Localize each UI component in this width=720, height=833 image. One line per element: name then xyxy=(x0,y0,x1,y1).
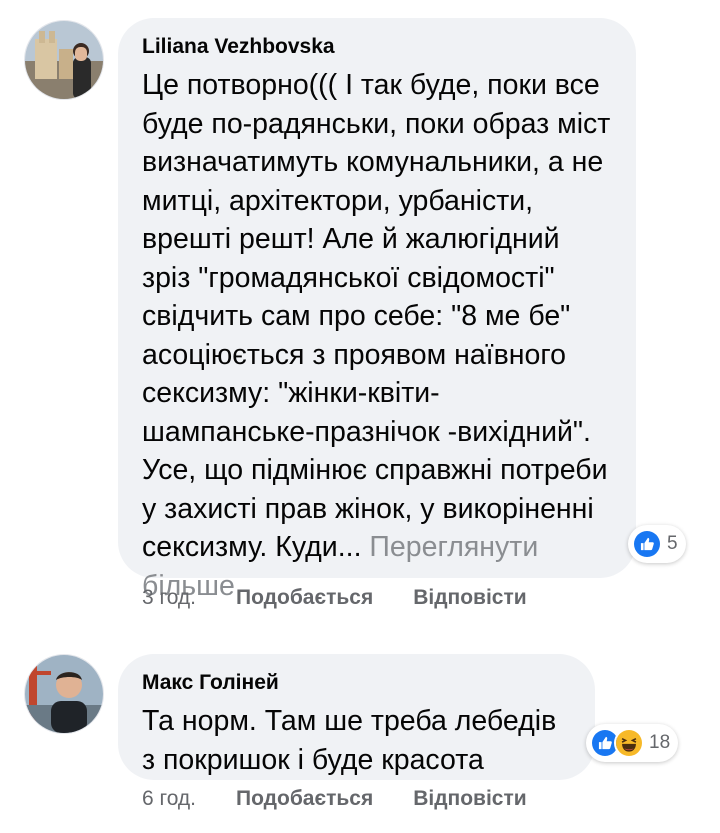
avatar[interactable] xyxy=(24,654,104,734)
like-reaction-icon xyxy=(632,529,662,559)
reply-button[interactable]: Відповісти xyxy=(413,786,526,812)
comment-timestamp[interactable]: 6 год. xyxy=(142,786,196,812)
comment-author[interactable]: Liliana Vezhbovska xyxy=(142,34,612,60)
avatar-photo xyxy=(25,655,103,733)
haha-reaction-icon xyxy=(614,728,644,758)
comment-body: Це потворно((( І так буде, поки все буде… xyxy=(142,69,611,563)
comment-author[interactable]: Макс Голіней xyxy=(142,670,571,696)
reaction-summary[interactable]: 18 xyxy=(586,724,679,762)
comment-actions: 6 год. Подобається Відповісти xyxy=(142,786,567,812)
comment-text: Та норм. Там ше треба лебедів з покришок… xyxy=(142,705,557,776)
reaction-summary[interactable]: 5 xyxy=(628,525,686,563)
reply-button[interactable]: Відповісти xyxy=(413,585,526,611)
comment-timestamp[interactable]: 3 год. xyxy=(142,585,196,611)
like-button[interactable]: Подобається xyxy=(236,786,373,812)
avatar-photo xyxy=(25,21,103,99)
comment-text: Це потворно((( І так буде, поки все буде… xyxy=(142,66,612,605)
like-button[interactable]: Подобається xyxy=(236,585,373,611)
comment-actions: 3 год. Подобається Відповісти xyxy=(142,585,567,611)
reaction-count: 5 xyxy=(667,533,678,554)
comment-bubble: Liliana Vezhbovska Це потворно((( І так … xyxy=(118,18,636,602)
comment-bubble: Макс Голіней Та норм. Там ше треба лебед… xyxy=(118,654,595,780)
avatar[interactable] xyxy=(24,20,104,100)
reaction-count: 18 xyxy=(649,732,671,753)
